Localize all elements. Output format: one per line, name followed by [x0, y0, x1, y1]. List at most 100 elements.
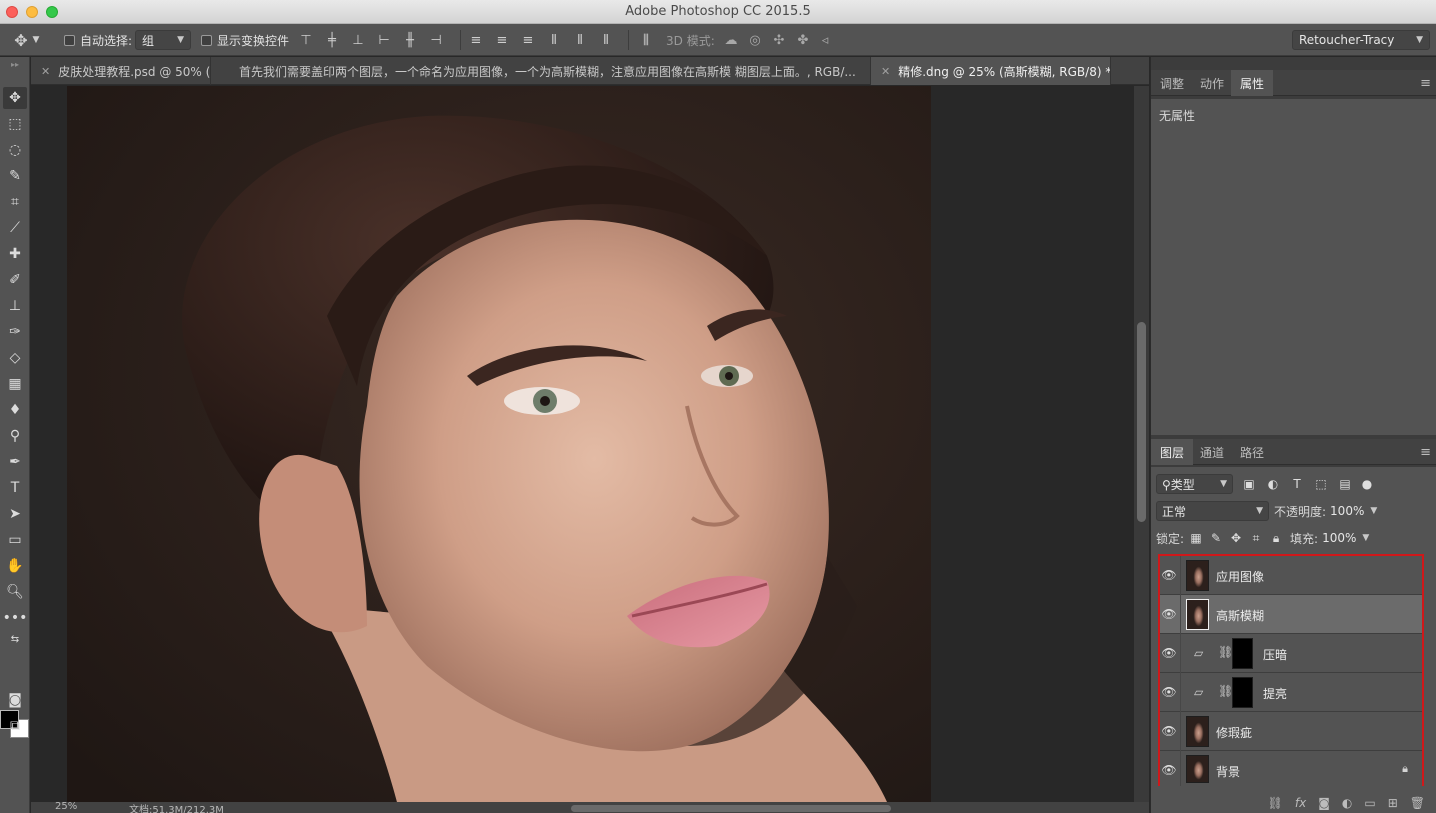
canvas-area[interactable]: [31, 86, 1134, 802]
link-layers-icon[interactable]: ⛓︎: [1268, 796, 1283, 810]
blend-mode-dropdown[interactable]: 正常 ▼: [1156, 501, 1269, 521]
tool-preset-chevron-icon[interactable]: ▼: [30, 31, 42, 49]
layer-row-selected[interactable]: 👁︎ 高斯模糊: [1160, 595, 1422, 634]
close-tab-icon[interactable]: ✕: [881, 65, 890, 78]
new-group-icon[interactable]: ▭: [1364, 796, 1375, 810]
tab-channels[interactable]: 通道: [1191, 439, 1233, 465]
align-left-icon[interactable]: ⊢: [375, 31, 393, 49]
layer-filter-dropdown[interactable]: ⚲类型 ▼: [1156, 474, 1233, 494]
path-selection-tool-icon[interactable]: ➤: [3, 503, 27, 525]
tab-document-2[interactable]: 首先我们需要盖印两个图层，一个命名为应用图像，一个为高斯模糊，注意应用图像在高斯…: [211, 57, 871, 85]
distribute-left-icon[interactable]: ⦀: [545, 31, 563, 49]
healing-brush-tool-icon[interactable]: ✚: [3, 243, 27, 265]
opacity-value[interactable]: 100%: [1330, 504, 1364, 518]
screen-mode-icon[interactable]: ⧉: [3, 715, 27, 737]
add-mask-icon[interactable]: ◙: [1318, 796, 1330, 810]
horizontal-scroll-thumb[interactable]: [571, 805, 891, 812]
quick-select-tool-icon[interactable]: ✎: [3, 165, 27, 187]
distribute-bottom-icon[interactable]: ≡: [519, 31, 537, 49]
eye-icon[interactable]: 👁︎: [1161, 763, 1177, 777]
move-tool-icon[interactable]: ✥: [3, 87, 27, 109]
panel-menu-icon[interactable]: ≡: [1420, 76, 1431, 91]
eye-icon[interactable]: 👁︎: [1161, 646, 1177, 660]
show-transform-checkbox[interactable]: [201, 34, 212, 46]
tab-properties[interactable]: 属性: [1231, 70, 1274, 96]
orbit-3d-icon[interactable]: ☁: [722, 31, 740, 49]
layer-row[interactable]: 👁︎ 背景 🔒︎: [1160, 751, 1422, 786]
auto-select-checkbox[interactable]: [64, 34, 75, 46]
panel-menu-icon[interactable]: ≡: [1420, 445, 1431, 460]
eye-icon[interactable]: 👁︎: [1161, 724, 1177, 738]
brush-tool-icon[interactable]: ✐: [3, 269, 27, 291]
filter-smart-object-icon[interactable]: ▤: [1335, 474, 1355, 494]
trash-icon[interactable]: 🗑︎: [1410, 796, 1425, 810]
new-adjustment-icon[interactable]: ◐: [1342, 796, 1352, 810]
link-icon[interactable]: ⛓︎: [1218, 645, 1233, 659]
align-hcenter-icon[interactable]: ╫: [401, 31, 419, 49]
tab-document-1[interactable]: ✕ 皮肤处理教程.psd @ 50% (: [31, 57, 211, 85]
more-tools-icon[interactable]: •••: [3, 607, 28, 629]
filter-type-icon[interactable]: T: [1287, 474, 1307, 494]
eye-icon[interactable]: 👁︎: [1161, 607, 1177, 621]
filter-pixel-icon[interactable]: ▣: [1239, 474, 1259, 494]
pen-tool-icon[interactable]: ✒: [3, 451, 27, 473]
lock-position-icon[interactable]: ✥: [1226, 528, 1246, 548]
move-tool-icon[interactable]: ✥: [12, 31, 30, 50]
close-tab-icon[interactable]: ✕: [41, 65, 50, 78]
lock-all-icon[interactable]: 🔒︎: [1266, 528, 1286, 548]
new-layer-icon[interactable]: ⊞: [1388, 796, 1398, 810]
swap-colors-icon[interactable]: ⇆: [3, 632, 27, 646]
distribute-right-icon[interactable]: ⦀: [597, 31, 615, 49]
align-vcenter-icon[interactable]: ╪: [323, 31, 341, 49]
auto-align-icon[interactable]: ⫼: [637, 31, 655, 49]
align-right-icon[interactable]: ⊣: [427, 31, 445, 49]
lock-artboard-icon[interactable]: ⌗: [1246, 528, 1266, 548]
distribute-hcenter-icon[interactable]: ⦀: [571, 31, 589, 49]
filter-toggle-icon[interactable]: ●: [1357, 474, 1377, 494]
lasso-tool-icon[interactable]: ◌: [3, 139, 27, 161]
crop-tool-icon[interactable]: ⌗: [3, 191, 27, 213]
fill-value[interactable]: 100%: [1322, 531, 1356, 545]
tab-paths[interactable]: 路径: [1231, 439, 1273, 465]
history-brush-tool-icon[interactable]: ✑: [3, 321, 27, 343]
filter-adjustment-icon[interactable]: ◐: [1263, 474, 1283, 494]
slide-3d-icon[interactable]: ✤: [794, 31, 812, 49]
distribute-top-icon[interactable]: ≡: [467, 31, 485, 49]
filter-shape-icon[interactable]: ⬚: [1311, 474, 1331, 494]
pan-3d-icon[interactable]: ✣: [770, 31, 788, 49]
tab-document-active[interactable]: ✕ 精修.dng @ 25% (高斯模糊, RGB/8) *: [871, 57, 1111, 85]
scale-3d-icon[interactable]: ◃: [816, 31, 834, 49]
lock-image-icon[interactable]: ✎: [1206, 528, 1226, 548]
tab-adjustments[interactable]: 调整: [1151, 70, 1193, 96]
vertical-scroll-thumb[interactable]: [1137, 322, 1146, 522]
link-icon[interactable]: ⛓︎: [1218, 684, 1233, 698]
canvas-vertical-scrollbar[interactable]: [1134, 86, 1149, 802]
eye-icon[interactable]: 👁︎: [1161, 685, 1177, 699]
align-top-icon[interactable]: ⊤: [297, 31, 315, 49]
auto-select-dropdown[interactable]: 组 ▼: [135, 30, 191, 50]
layer-mask-thumbnail[interactable]: [1232, 677, 1253, 708]
eyedropper-tool-icon[interactable]: ⟋: [3, 217, 27, 239]
eye-icon[interactable]: 👁︎: [1161, 568, 1177, 582]
chevron-down-icon[interactable]: ▼: [1370, 506, 1377, 516]
zoom-tool-icon[interactable]: 🔍︎: [3, 581, 27, 603]
layer-row[interactable]: 👁︎ 修瑕疵: [1160, 712, 1422, 751]
dodge-tool-icon[interactable]: ⚲: [3, 425, 27, 447]
layer-row[interactable]: 👁︎ 应用图像: [1160, 556, 1422, 595]
layer-mask-thumbnail[interactable]: [1232, 638, 1253, 669]
workspace-dropdown[interactable]: Retoucher-Tracy ▼: [1292, 30, 1430, 50]
roll-3d-icon[interactable]: ◎: [746, 31, 764, 49]
clone-stamp-tool-icon[interactable]: ⊥: [3, 295, 27, 317]
marquee-tool-icon[interactable]: ⬚: [3, 113, 27, 135]
tab-layers[interactable]: 图层: [1151, 439, 1194, 465]
eraser-tool-icon[interactable]: ◇: [3, 347, 27, 369]
lock-transparent-icon[interactable]: ▦: [1186, 528, 1206, 548]
hand-tool-icon[interactable]: ✋: [3, 555, 27, 577]
zoom-level[interactable]: 25%: [55, 802, 77, 812]
toolbar-collapse-icon[interactable]: ▸▸: [3, 59, 27, 69]
quick-mask-icon[interactable]: ◙: [3, 689, 27, 711]
layer-row[interactable]: 👁︎ ▱ ⛓︎ 压暗: [1160, 634, 1422, 673]
distribute-vcenter-icon[interactable]: ≡: [493, 31, 511, 49]
type-tool-icon[interactable]: T: [3, 477, 27, 499]
blur-tool-icon[interactable]: ♦: [3, 399, 27, 421]
